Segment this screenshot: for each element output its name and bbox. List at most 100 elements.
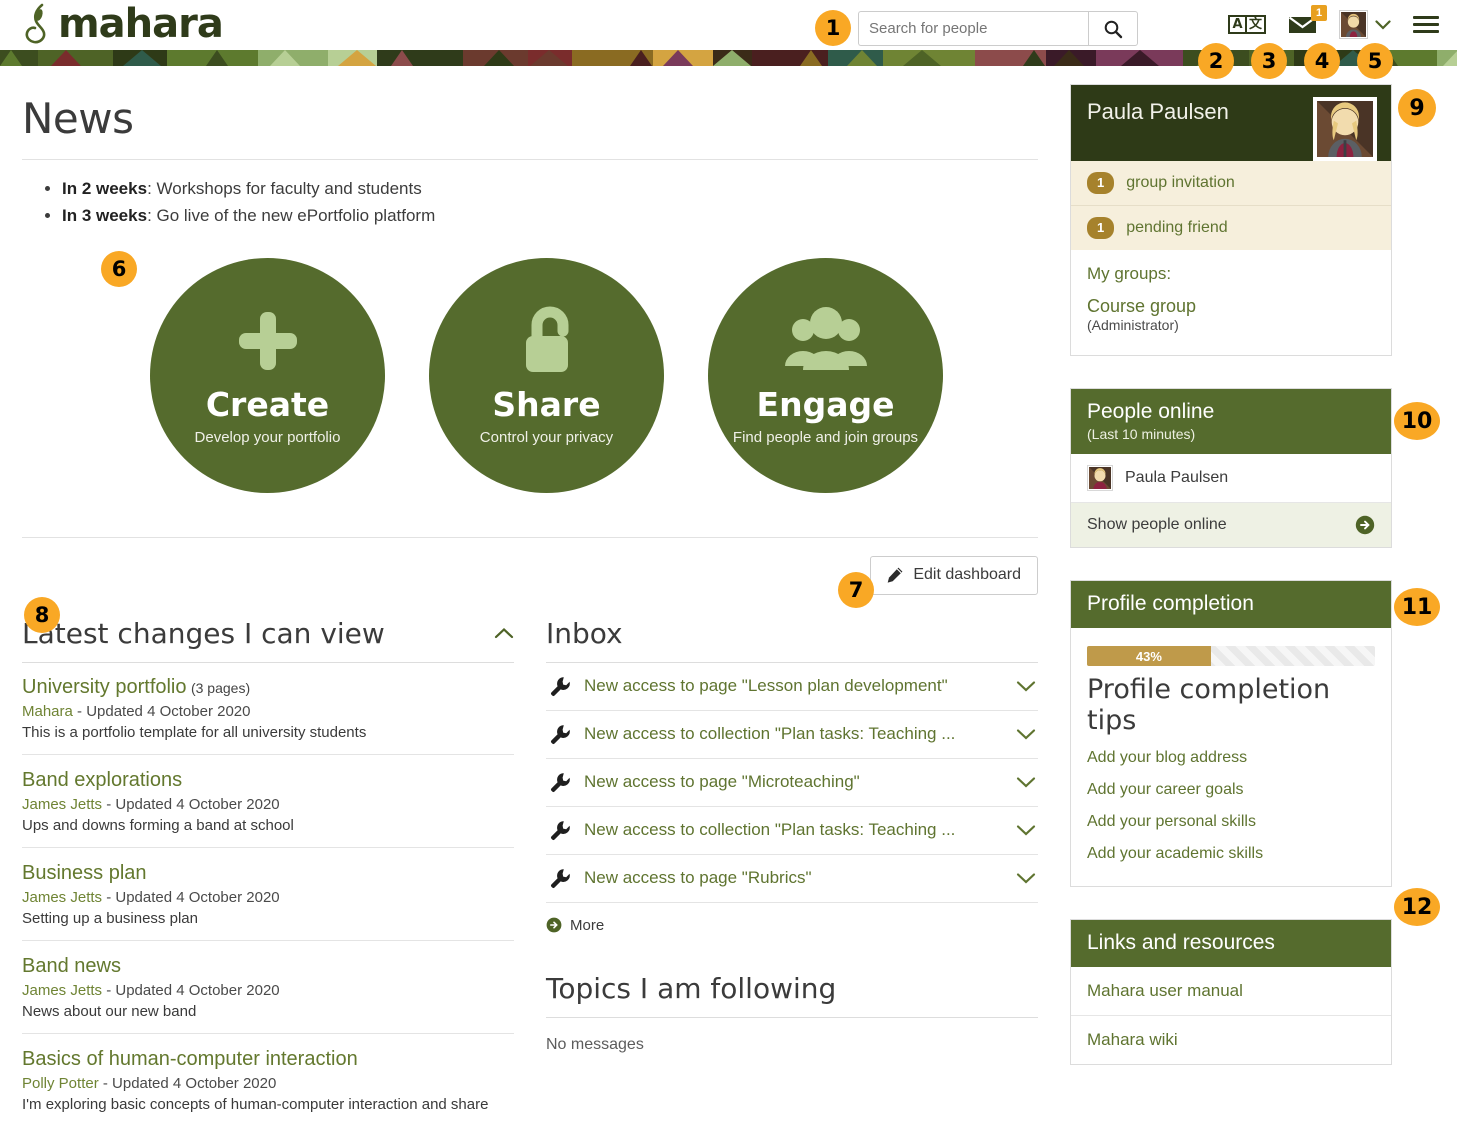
- people-online-title: People online: [1087, 400, 1215, 424]
- news-item: In 3 weeks: Go live of the new ePortfoli…: [62, 203, 1038, 229]
- list-item: Mahara user manual: [1071, 967, 1391, 1017]
- people-online-subtitle: (Last 10 minutes): [1087, 426, 1196, 443]
- notice-label: pending friend: [1126, 219, 1228, 237]
- avatar: [1087, 465, 1113, 492]
- inbox-item-link[interactable]: New access to collection "Plan tasks: Te…: [584, 820, 1003, 840]
- profile-panel: Paula Paulsen 1 group invitation 1 pendi…: [1070, 84, 1392, 357]
- search-bar: [858, 11, 1138, 46]
- profile-completion-tip[interactable]: Add your academic skills: [1087, 838, 1375, 870]
- decorative-strip-triangle: [338, 50, 376, 66]
- decorative-strip-triangle: [630, 50, 652, 66]
- hamburger-menu-icon[interactable]: [1413, 16, 1439, 33]
- news-item-text: : Go live of the new ePortfolio platform: [147, 206, 436, 226]
- people-online-panel: People online (Last 10 minutes) Paula Pa…: [1070, 388, 1392, 549]
- change-title-link[interactable]: Band explorations: [22, 769, 182, 791]
- links-resources-header: Links and resources: [1071, 920, 1391, 968]
- profile-completion-tip[interactable]: Add your personal skills: [1087, 806, 1375, 838]
- change-author-link[interactable]: James Jetts: [22, 889, 102, 906]
- decorative-banner-strip: [0, 50, 1457, 66]
- callout-2: 2: [1198, 43, 1234, 79]
- list-item: New access to collection "Plan tasks: Te…: [546, 711, 1038, 759]
- change-title-link[interactable]: Business plan: [22, 862, 147, 884]
- inbox-mail-button[interactable]: 1: [1288, 4, 1327, 36]
- change-author-link[interactable]: Mahara: [22, 703, 73, 720]
- notice-label: group invitation: [1126, 174, 1235, 192]
- inbox-item-link[interactable]: New access to collection "Plan tasks: Te…: [584, 724, 1003, 744]
- change-title-link[interactable]: Band news: [22, 955, 121, 977]
- chevron-down-icon[interactable]: [1016, 824, 1036, 836]
- edit-dashboard-button[interactable]: Edit dashboard: [870, 555, 1038, 595]
- inbox-more-link[interactable]: More: [546, 917, 1038, 934]
- dashboard-columns: Latest changes I can view University por…: [22, 617, 1038, 1124]
- decorative-strip-triangle: [800, 50, 822, 66]
- profile-completion-header: Profile completion: [1071, 581, 1391, 629]
- resource-link[interactable]: Mahara wiki: [1087, 1030, 1178, 1049]
- decorative-strip-cell: [38, 50, 113, 66]
- decorative-strip-triangle: [51, 50, 81, 66]
- people-online-row[interactable]: Paula Paulsen: [1071, 454, 1391, 504]
- inbox-item-link[interactable]: New access to page "Lesson plan developm…: [584, 676, 1003, 696]
- news-item-lead: In 2 weeks: [62, 179, 148, 198]
- profile-groups: My groups: Course group (Administrator): [1071, 250, 1391, 355]
- inbox-item-link[interactable]: New access to page "Microteaching": [584, 772, 1003, 792]
- callout-10: 10: [1394, 402, 1440, 440]
- profile-notice-row[interactable]: 1 pending friend: [1071, 206, 1391, 251]
- change-updated: - Updated 4 October 2020: [102, 888, 280, 906]
- change-title-link[interactable]: Basics of human-computer interaction: [22, 1048, 358, 1070]
- group-link[interactable]: Course group: [1087, 296, 1375, 317]
- change-author-link[interactable]: James Jetts: [22, 796, 102, 813]
- decorative-strip-triangle: [484, 50, 514, 66]
- topics-empty-message: No messages: [546, 1035, 644, 1053]
- profile-avatar[interactable]: [1313, 97, 1377, 161]
- user-menu-button[interactable]: [1339, 10, 1391, 39]
- inbox-list: New access to page "Lesson plan developm…: [546, 663, 1038, 903]
- change-title-link[interactable]: University portfolio: [22, 676, 187, 698]
- inbox-item-link[interactable]: New access to page "Rubrics": [584, 868, 1003, 888]
- news-item-text: : Workshops for faculty and students: [147, 179, 422, 198]
- logo-text: mahara: [58, 1, 224, 47]
- arrow-right-circle-icon: [546, 917, 562, 933]
- profile-notice-row[interactable]: 1 group invitation: [1071, 161, 1391, 207]
- search-button[interactable]: [1088, 11, 1138, 46]
- circle-title: Create: [205, 385, 330, 425]
- profile-completion-body: 43% Profile completion tips Add your blo…: [1071, 628, 1391, 886]
- resource-link[interactable]: Mahara user manual: [1087, 981, 1243, 1000]
- decorative-strip-cell: [713, 50, 752, 66]
- mahara-logo[interactable]: mahara: [22, 1, 224, 47]
- language-cjk-glyph: 文: [1247, 15, 1266, 34]
- decorative-strip-cell: [167, 50, 258, 66]
- engage-circle-button[interactable]: Engage Find people and join groups: [708, 257, 943, 493]
- profile-completion-tip[interactable]: Add your career goals: [1087, 774, 1375, 806]
- callout-11: 11: [1394, 588, 1440, 626]
- search-input[interactable]: [858, 11, 1088, 46]
- change-updated: - Updated 4 October 2020: [102, 981, 280, 999]
- wrench-icon: [551, 724, 570, 744]
- create-circle-button[interactable]: Create Develop your portfolio: [150, 257, 385, 493]
- change-updated: - Updated 4 October 2020: [102, 795, 280, 813]
- people-online-name: Paula Paulsen: [1125, 469, 1229, 487]
- chevron-down-icon[interactable]: [1016, 680, 1036, 692]
- mail-unread-badge: 1: [1311, 4, 1327, 21]
- decorative-strip-triangle: [270, 50, 300, 66]
- change-author-link[interactable]: James Jetts: [22, 982, 102, 999]
- notice-count-badge: 1: [1087, 217, 1115, 240]
- profile-completion-title: Profile completion: [1087, 592, 1254, 616]
- list-item: Basics of human-computer interaction Pol…: [22, 1034, 514, 1124]
- people-online-header: People online (Last 10 minutes): [1071, 389, 1391, 455]
- chevron-down-icon[interactable]: [1016, 776, 1036, 788]
- chevron-down-icon[interactable]: [1016, 872, 1036, 884]
- profile-completion-tip[interactable]: Add your blog address: [1087, 742, 1375, 774]
- chevron-down-icon[interactable]: [1016, 728, 1036, 740]
- change-page-count: (3 pages): [190, 679, 251, 696]
- section-divider: [22, 536, 1038, 538]
- profile-completion-progressbar: 43%: [1087, 646, 1375, 667]
- list-item: Business plan James Jetts - Updated 4 Oc…: [22, 848, 514, 941]
- chevron-up-icon[interactable]: [494, 627, 514, 639]
- show-people-online-link[interactable]: Show people online: [1071, 503, 1391, 548]
- share-circle-button[interactable]: Share Control your privacy: [429, 257, 664, 493]
- change-author-link[interactable]: Polly Potter: [22, 1075, 99, 1092]
- language-toggle-icon[interactable]: A 文: [1228, 15, 1266, 34]
- pencil-icon: [888, 567, 903, 583]
- news-list: In 2 weeks: Workshops for faculty and st…: [22, 176, 1038, 230]
- change-meta: Mahara - Updated 4 October 2020: [22, 703, 514, 720]
